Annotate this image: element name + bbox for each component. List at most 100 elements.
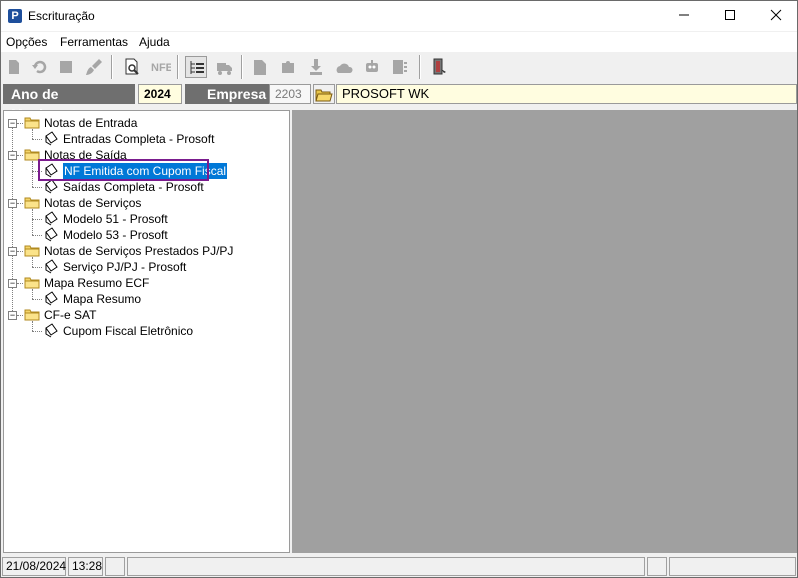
tree-item[interactable]: Serviço PJ/PJ - Prosoft (63, 259, 186, 275)
tree-connector (32, 235, 42, 236)
tree-connector (17, 155, 23, 156)
tree-connector (12, 128, 13, 151)
tree-connector (32, 161, 33, 187)
open-empresa-button[interactable] (313, 84, 335, 104)
status-panel (127, 557, 645, 576)
tree-folder-4[interactable]: Mapa Resumo ECF (44, 275, 149, 291)
robot-button[interactable] (361, 56, 383, 78)
file-icon (254, 60, 266, 75)
tree-item[interactable]: Entradas Completa - Prosoft (63, 131, 214, 147)
collapse-toggle[interactable]: − (8, 199, 17, 208)
nfe-button[interactable]: NFE (149, 56, 171, 78)
open-folder-icon (315, 89, 333, 102)
minimize-button[interactable] (661, 1, 707, 31)
tree-item[interactable]: Cupom Fiscal Eletrônico (63, 323, 193, 339)
file-button[interactable] (249, 56, 271, 78)
folder-icon (24, 196, 40, 209)
toolbar-separator (177, 55, 179, 79)
preview-button[interactable] (121, 56, 143, 78)
minimize-icon (679, 14, 689, 16)
close-icon (770, 9, 782, 21)
folder-icon (24, 116, 40, 129)
new-button[interactable] (3, 56, 25, 78)
tree-folder-5[interactable]: CF-e SAT (44, 307, 96, 323)
tree-folder-0[interactable]: Notas de Entrada (44, 115, 137, 131)
stop-icon (60, 61, 72, 73)
tree-connector (32, 219, 42, 220)
collapse-toggle[interactable]: − (8, 119, 17, 128)
undo-icon (32, 60, 47, 74)
tree-item[interactable]: Saídas Completa - Prosoft (63, 179, 204, 195)
collapse-toggle[interactable]: − (8, 311, 17, 320)
status-bar: 21/08/2024 13:28 (1, 556, 797, 577)
toolbar-separator (111, 55, 113, 79)
tree-connector (17, 123, 23, 124)
document-icon (43, 227, 58, 242)
tree-connector (17, 203, 23, 204)
menu-opcoes[interactable]: Opções (6, 35, 47, 49)
tree-connector (32, 187, 42, 188)
tree-connector (17, 315, 23, 316)
tree-icon (190, 61, 204, 74)
tree-connector (12, 256, 13, 279)
status-panel (647, 557, 667, 576)
toolbar-separator (419, 55, 421, 79)
maximize-button[interactable] (707, 1, 753, 31)
header-row: Ano de Movimento 2024 Empresa 2203 PROSO… (1, 82, 797, 122)
document-icon (43, 323, 58, 338)
new-icon (9, 60, 19, 74)
truck-button[interactable] (213, 56, 235, 78)
menu-ferramentas[interactable]: Ferramentas (60, 35, 128, 49)
collapse-toggle[interactable]: − (8, 247, 17, 256)
tree-connector (32, 331, 42, 332)
tree-connector (32, 129, 33, 139)
folder-icon (24, 244, 40, 257)
folder-icon (24, 308, 40, 321)
cloud-button[interactable] (333, 56, 355, 78)
brush-icon (86, 59, 102, 75)
folder-icon (24, 276, 40, 289)
tree-folder-3[interactable]: Notas de Serviços Prestados PJ/PJ (44, 243, 233, 259)
collapse-toggle[interactable]: − (8, 151, 17, 160)
menu-ajuda[interactable]: Ajuda (139, 35, 170, 49)
toolbar-separator (241, 55, 243, 79)
exit-icon (433, 58, 446, 75)
document-icon (43, 179, 58, 194)
list-button[interactable] (389, 56, 411, 78)
status-time: 13:28 (68, 557, 103, 576)
empresa-code-field[interactable]: 2203 (269, 84, 311, 104)
tree-connector (32, 139, 42, 140)
tree-connector (17, 251, 23, 252)
ano-movimento-field[interactable]: 2024 (138, 84, 182, 104)
empresa-name-field: PROSOFT WK (336, 84, 797, 104)
tree-connector (32, 299, 42, 300)
tree-connector (12, 160, 13, 199)
tree-folder-2[interactable]: Notas de Serviços (44, 195, 141, 211)
undo-button[interactable] (29, 56, 51, 78)
tree-item[interactable]: Modelo 51 - Prosoft (63, 211, 168, 227)
exit-button[interactable] (429, 56, 451, 78)
tree-item[interactable]: Mapa Resumo (63, 291, 141, 307)
brush-button[interactable] (83, 56, 105, 78)
status-date: 21/08/2024 (2, 557, 66, 576)
close-button[interactable] (753, 1, 798, 31)
window-title: Escrituração (28, 9, 95, 23)
tree-connector (32, 209, 33, 235)
document-icon (43, 211, 58, 226)
tree-connector (32, 267, 42, 268)
tree-item[interactable]: Modelo 53 - Prosoft (63, 227, 168, 243)
title-bar: P Escrituração (1, 1, 797, 31)
selection-highlight-box (38, 159, 209, 181)
tree-view-button[interactable] (185, 56, 207, 78)
tree-connector (32, 289, 33, 299)
tree-connector (32, 321, 33, 331)
status-panel (669, 557, 796, 576)
stop-button[interactable] (55, 56, 77, 78)
svg-text:NFE: NFE (151, 62, 171, 74)
tree-connector (17, 283, 23, 284)
puzzle-button[interactable] (277, 56, 299, 78)
menu-bar: Opções Ferramentas Ajuda (1, 32, 797, 52)
import-button[interactable] (305, 56, 327, 78)
list-icon (393, 60, 407, 74)
collapse-toggle[interactable]: − (8, 279, 17, 288)
